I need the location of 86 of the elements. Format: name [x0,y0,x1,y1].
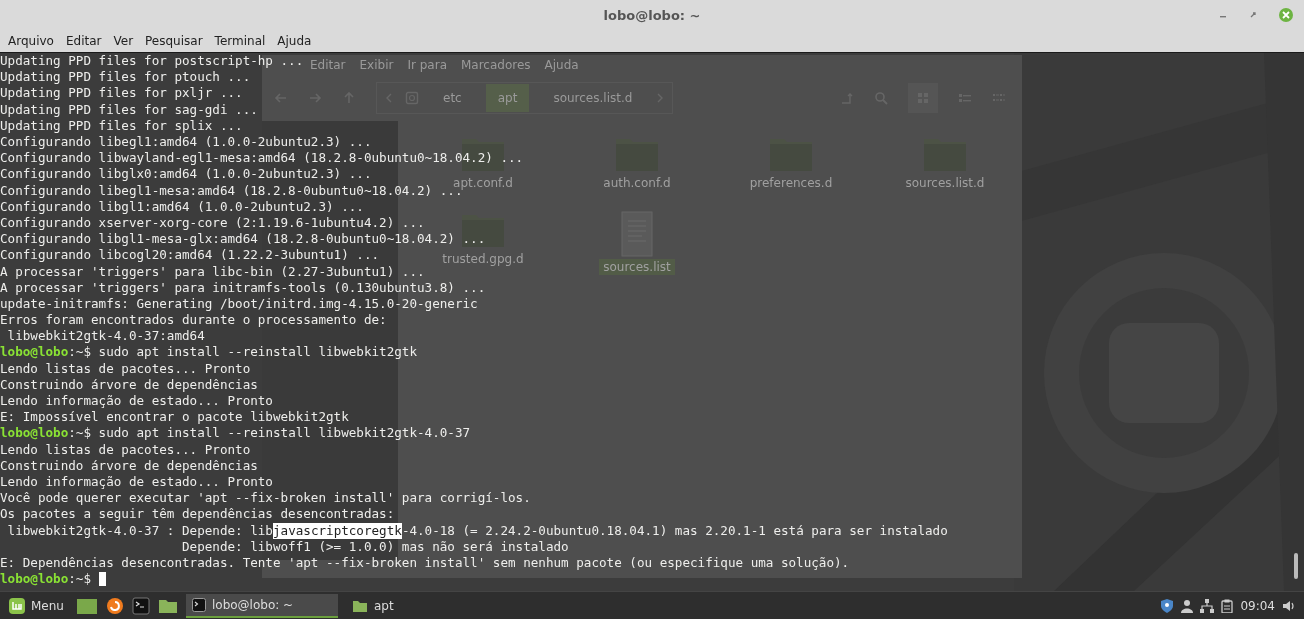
compact-view-icon[interactable] [992,92,1006,104]
network-icon[interactable] [1200,599,1215,613]
chevron-right-icon[interactable] [656,92,665,104]
output-text: Configurando libegl1:amd64 (1.0.0-2ubuntu2.3) ... [0,134,372,151]
output-text: A processar 'triggers' para initramfs-tools (0.130ubuntu3.8) ... [0,279,486,296]
output-text: :~$ sudo apt install --reinstall libwebkit2gtk [68,344,418,361]
start-menu-button[interactable]: Menu [4,595,68,617]
output-text: Configurando libglx0:amd64 (1.0.0-2ubuntu2.3) ... [0,166,372,183]
user-icon[interactable] [1181,599,1194,613]
path-crumb[interactable]: apt [485,84,530,112]
output-text: A processar 'triggers' para libc-bin (2.27-3ubuntu1) ... [0,263,425,280]
menu-item[interactable]: Exibir [359,58,394,72]
menu-item[interactable]: Marcadores [461,58,531,72]
file-name[interactable]: preferences.d [745,175,837,191]
chevron-left-icon[interactable] [385,92,393,104]
speaker-icon[interactable] [1282,600,1296,612]
output-text: libwebkit2gtk-4.0-37 : Depende: lib [6,522,273,539]
file-name[interactable]: sources.list [599,259,675,275]
prompt-user: lobo@lobo [0,571,69,588]
forward-arrow-icon[interactable] [308,91,322,105]
taskbar-window-button[interactable]: lobo@lobo: ~ [185,594,338,618]
toggle-location-icon[interactable] [840,91,854,105]
output-text: Configurando libcogl20:amd64 (1.22.2-3ubuntu1) ... [0,247,380,264]
file-name[interactable]: apt.conf.d [449,175,517,191]
output-text: :~$ sudo apt install --reinstall libwebkit2gtk-4.0-37 [68,425,471,442]
output-text: Depende: libwoff1 (>= 1.0.0) mas não será instalado [180,538,569,555]
menu-item[interactable]: Ir para [407,58,447,72]
close-icon[interactable] [1278,7,1294,23]
file-name[interactable]: auth.conf.d [599,175,675,191]
prompt-user: lobo@lobo [0,425,69,442]
output-text: Lendo listas de pacotes... Pronto [0,441,251,458]
output-text: libwebkit2gtk-4.0-37:amd64 [6,328,205,345]
taskbar-window-button[interactable]: apt [345,595,498,617]
menu-item[interactable]: Ajuda [277,34,312,48]
output-text: Updating PPD files for pxljr ... [0,85,243,102]
clipboard-icon[interactable] [1221,599,1234,613]
output-text: Construindo árvore de dependências [0,457,258,474]
output-text: Construindo árvore de dependências [0,376,258,393]
drive-icon[interactable] [405,91,419,105]
search-icon[interactable] [874,91,888,105]
file-name[interactable]: sources.list.d [901,175,989,191]
folder-icon[interactable] [157,598,178,614]
desktop-icon[interactable] [75,597,98,615]
output-text: Updating PPD files for splix ... [0,117,243,134]
path-crumb[interactable]: etc [431,84,474,112]
output-text: Lendo informação de estado... Pronto [0,393,273,410]
output-text: E: Impossível encontrar o pacote libwebkit2gtk [0,409,349,426]
output-text: Configurando xserver-xorg-core (2:1.19.6-1ubuntu4.2) ... [0,214,425,231]
menu-item[interactable]: Ajuda [544,58,579,72]
menu-item[interactable]: Terminal [214,34,266,48]
output-text: Você pode querer executar 'apt --fix-broken install' para corrigí-los. [0,490,531,507]
output-text: Lendo listas de pacotes... Pronto [0,360,251,377]
output-text: Configurando libwayland-egl1-mesa:amd64 (18.2.8-0ubuntu0~18.04.2) ... [0,150,524,167]
output-text: :~$ [68,571,92,588]
maximize-icon[interactable] [1248,10,1258,20]
back-arrow-icon[interactable] [274,91,288,105]
window-title: lobo@lobo: ~ [603,7,701,23]
terminal-icon [191,598,206,612]
list-view-icon[interactable] [958,92,972,104]
output-text: Os pacotes a seguir têm dependências desencontradas: [0,506,395,523]
shield-icon[interactable] [1160,598,1175,614]
output-text: Lendo informação de estado... Pronto [0,473,273,490]
output-text: Updating PPD files for sag-gdi ... [0,101,258,118]
mint-logo-icon [8,597,26,615]
file-name[interactable]: trusted.gpg.d [438,251,528,267]
path-crumb[interactable]: sources.list.d [541,84,645,112]
icon-view-button[interactable] [908,83,938,113]
output-text: Erros foram encontrados durante o processamento de: [0,312,387,329]
menu-item[interactable]: Ver [113,34,134,48]
prompt-user: lobo@lobo [0,344,69,361]
clock[interactable]: 09:04 [1240,599,1275,613]
output-text: Updating PPD files for postscript-hp ... [0,53,304,70]
terminal-icon[interactable] [131,597,150,615]
menu-item[interactable]: Pesquisar [145,34,203,48]
output-text: update-initramfs: Generating /boot/initrd.img-4.15.0-20-generic [0,295,478,312]
menu-item[interactable]: Editar [310,58,346,72]
scrollbar[interactable] [1294,553,1298,579]
firefox-icon[interactable] [105,597,124,615]
up-arrow-icon[interactable] [342,91,356,105]
output-text: E: Dependências desencontradas. Tente 'apt --fix-broken install' sem nenhum pacote (ou especifique uma solução). [0,554,850,571]
output-text: Updating PPD files for ptouch ... [0,69,251,86]
output-text: Configurando libgl1:amd64 (1.0.0-2ubuntu2.3) ... [0,198,364,215]
folder-icon [351,599,368,613]
output-text: Configurando libgl1-mesa-glx:amd64 (18.2.8-0ubuntu0~18.04.2) ... [0,231,486,248]
menu-item[interactable]: Arquivo [8,34,54,48]
menu-item[interactable]: Editar [65,34,102,48]
